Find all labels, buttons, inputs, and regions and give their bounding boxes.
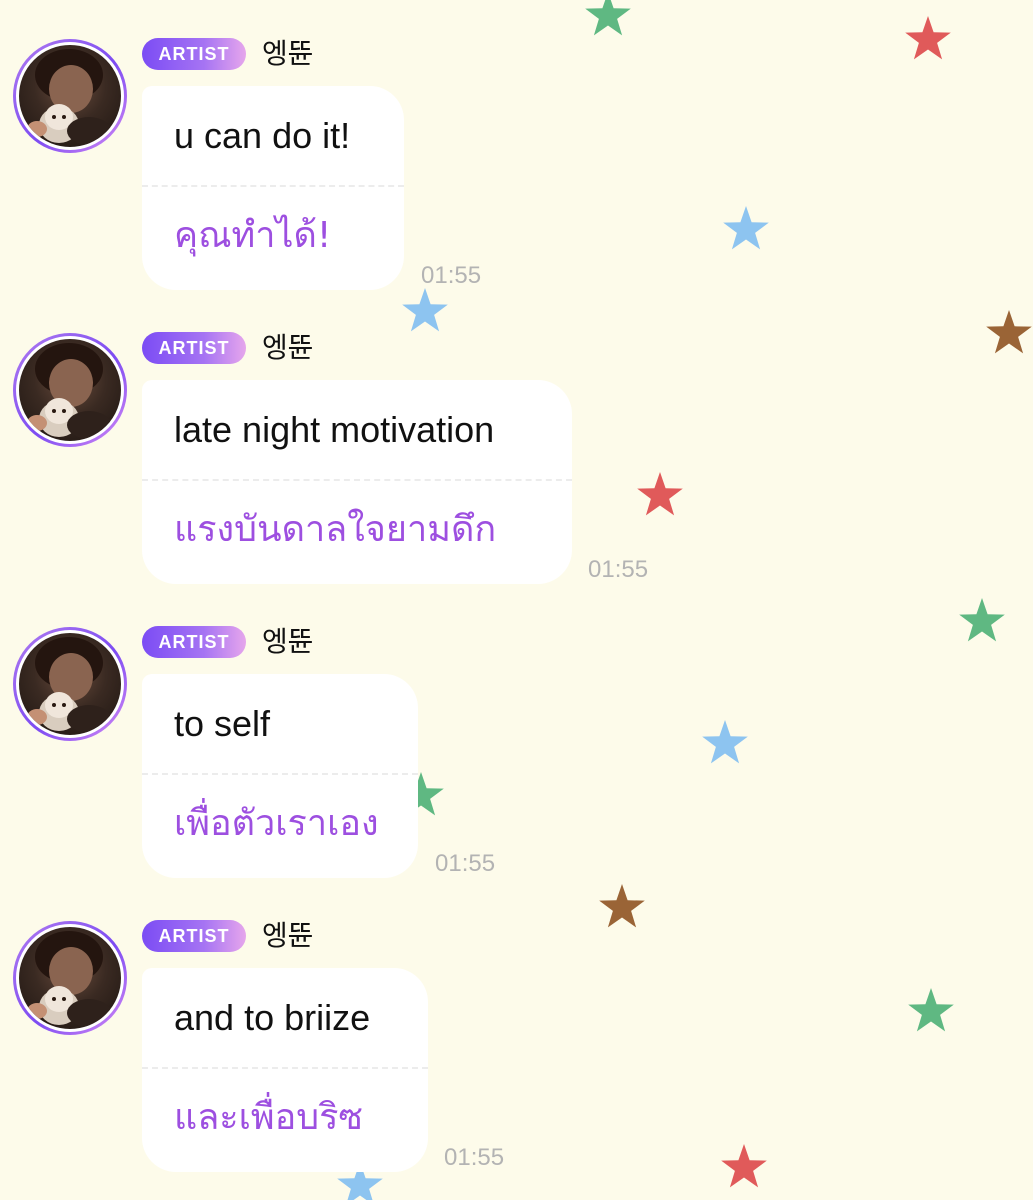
message-bubble[interactable]: u can do it! คุณทำได้! [142,86,404,290]
chat-view[interactable]: ARTIST 엥뜐 u can do it! คุณทำได้! 01:55 A… [0,0,1033,1200]
message-bubble[interactable]: to self เพื่อตัวเราเอง [142,674,418,878]
avatar-photo [16,630,124,738]
translation-divider [142,185,404,187]
chat-message: ARTIST 엥뜐 late night motivation แรงบันดา… [0,294,1033,588]
artist-badge: ARTIST [142,626,246,658]
avatar-photo [16,42,124,150]
message-timestamp: 01:55 [588,556,649,583]
chat-message: ARTIST 엥뜐 u can do it! คุณทำได้! 01:55 [0,0,1033,294]
translated-text: และเพื่อบริซ [174,1097,363,1138]
message-bubble[interactable]: late night motivation แรงบันดาลใจยามดึก [142,380,572,584]
message-bubble[interactable]: and to briize และเพื่อบริซ [142,968,428,1172]
avatar[interactable] [13,627,127,741]
artist-badge: ARTIST [142,920,246,952]
chat-message: ARTIST 엥뜐 and to briize และเพื่อบริซ 01:… [0,882,1033,1176]
avatar[interactable] [13,39,127,153]
avatar[interactable] [13,921,127,1035]
message-text: to self [174,703,271,744]
translated-text: คุณทำได้! [174,215,332,256]
username: 엥뜐 [262,331,314,364]
message-timestamp: 01:55 [421,262,482,289]
avatar[interactable] [13,333,127,447]
username: 엥뜐 [262,625,314,658]
chat-message: ARTIST 엥뜐 to self เพื่อตัวเราเอง 01:55 [0,588,1033,882]
artist-badge: ARTIST [142,332,246,364]
avatar-photo [16,924,124,1032]
translated-text: เพื่อตัวเราเอง [174,803,379,844]
translated-text: แรงบันดาลใจยามดึก [174,509,497,550]
message-timestamp: 01:55 [435,850,496,877]
message-text: u can do it! [174,115,351,156]
username: 엥뜐 [262,37,314,70]
username: 엥뜐 [262,919,314,952]
translation-divider [142,773,418,775]
translation-divider [142,1067,428,1069]
artist-badge: ARTIST [142,38,246,70]
message-text: and to briize [174,997,371,1038]
avatar-photo [16,336,124,444]
translation-divider [142,479,572,481]
message-timestamp: 01:55 [444,1144,505,1171]
message-text: late night motivation [174,409,495,450]
